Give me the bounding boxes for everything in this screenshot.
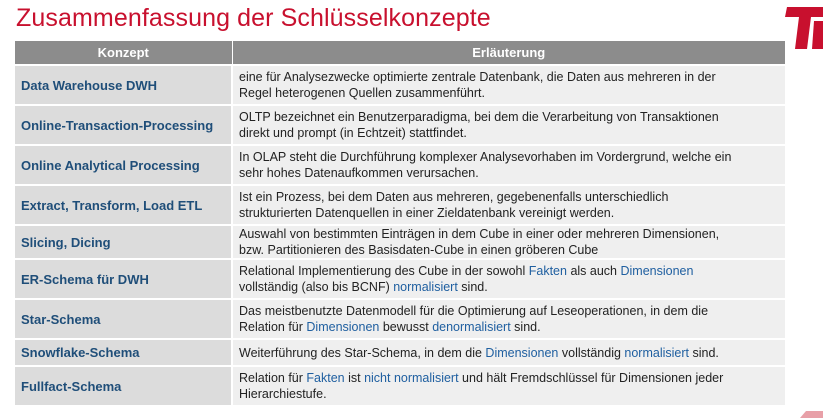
explanation-text: sind. xyxy=(457,280,488,294)
explanation-text: sehr hohes Datenaufkommen verursachen. xyxy=(239,166,479,180)
explanation-text: OLTP bezeichnet ein Benutzerparadigma, b… xyxy=(239,110,719,124)
concept-cell: ER-Schema für DWH xyxy=(15,259,233,300)
explanation-text: vollständig xyxy=(558,345,625,360)
explanation-line: In OLAP steht die Durchführung komplexer… xyxy=(239,149,781,165)
keyword-term: normalisiert xyxy=(624,345,690,360)
explanation-text: Regel heterogenen Quellen zusammenführt. xyxy=(239,86,485,100)
explanation-cell: Relation für Fakten ist nicht normalisie… xyxy=(232,366,785,407)
explanation-text: sind. xyxy=(510,320,541,334)
explanation-text: Relation für xyxy=(239,371,307,385)
explanation-text: In OLAP steht die Durchführung komplexer… xyxy=(239,150,732,164)
explanation-text: direkt und prompt (in Echtzeit) stattfin… xyxy=(239,126,467,140)
explanation-line: Relation für Fakten ist nicht normalisie… xyxy=(239,370,781,386)
explanation-cell: Relational Implementierung des Cube in d… xyxy=(232,259,785,300)
explanation-cell: eine für Analysezwecke optimierte zentra… xyxy=(232,65,785,106)
table-row: Online-Transaction-Processing OLTP bezeic… xyxy=(15,105,785,146)
explanation-line: bzw. Partitionieren des Basisdaten-Cube … xyxy=(239,242,781,258)
explanation-line: direkt und prompt (in Echtzeit) stattfin… xyxy=(239,125,781,141)
explanation-line: strukturierten Datenquellen in einer Zie… xyxy=(239,205,781,221)
explanation-line: Relational Implementierung des Cube in d… xyxy=(239,263,781,279)
concept-cell: Online-Transaction-Processing xyxy=(15,105,233,146)
concept-cell: Online Analytical Processing xyxy=(15,145,233,186)
table-header-row: Konzept Erläuterung xyxy=(15,41,785,66)
table-row: Star-Schema Das meistbenutzte Datenmodell… xyxy=(15,299,785,340)
explanation-line: OLTP bezeichnet ein Benutzerparadigma, b… xyxy=(239,109,781,125)
explanation-line: Hierarchiestufe. xyxy=(239,386,781,402)
university-logo xyxy=(785,7,823,49)
explanation-text: eine für Analysezwecke optimierte zentra… xyxy=(239,70,716,84)
concept-cell: Slicing, Dicing xyxy=(15,225,233,260)
explanation-text: ist xyxy=(344,371,365,385)
explanation-cell: Ist ein Prozess, bei dem Daten aus mehre… xyxy=(232,185,785,226)
concept-cell: Extract, Transform, Load ETL xyxy=(15,185,233,226)
column-header-explanation: Erläuterung xyxy=(232,41,785,66)
explanation-text: Das meistbenutzte Datenmodell für die Op… xyxy=(239,304,709,318)
explanation-text: Relational Implementierung des Cube in d… xyxy=(239,264,529,278)
explanation-line: Relation für Dimensionen bewusst denorma… xyxy=(239,319,781,335)
explanation-text: strukturierten Datenquellen in einer Zie… xyxy=(239,206,615,220)
concept-table: Konzept Erläuterung Data Warehouse DWH ei… xyxy=(15,41,785,407)
explanation-cell: In OLAP steht die Durchführung komplexer… xyxy=(232,145,785,186)
explanation-text: Relation für xyxy=(239,320,307,334)
explanation-text: Auswahl von bestimmten Einträgen in dem … xyxy=(239,227,720,241)
keyword-term: Dimensionen xyxy=(485,345,559,360)
keyword-term: normalisiert xyxy=(393,280,458,294)
explanation-line: Regel heterogenen Quellen zusammenführt. xyxy=(239,85,781,101)
keyword-term: Dimensionen xyxy=(306,320,380,334)
explanation-line: Auswahl von bestimmten Einträgen in dem … xyxy=(239,226,781,242)
concept-cell: Fullfact-Schema xyxy=(15,366,233,407)
explanation-text: Weiterführung des Star-Schema, in dem di… xyxy=(239,345,486,360)
explanation-line: Das meistbenutzte Datenmodell für die Op… xyxy=(239,303,781,319)
keyword-term: Fakten xyxy=(528,264,567,278)
explanation-text: als auch xyxy=(566,264,621,278)
explanation-line: vollständig (also bis BCNF) normalisiert… xyxy=(239,279,781,295)
explanation-text: sind. xyxy=(689,345,719,360)
keyword-term: Dimensionen xyxy=(620,264,694,278)
logo-fragment xyxy=(800,411,823,418)
explanation-cell: Das meistbenutzte Datenmodell für die Op… xyxy=(232,299,785,340)
table-row: Data Warehouse DWH eine für Analysezwecke… xyxy=(15,65,785,106)
concept-cell: Snowflake-Schema xyxy=(15,339,233,367)
explanation-cell: Auswahl von bestimmten Einträgen in dem … xyxy=(232,225,785,260)
table-row: Online Analytical Processing In OLAP steh… xyxy=(15,145,785,186)
explanation-line: Ist ein Prozess, bei dem Daten aus mehre… xyxy=(239,189,781,205)
table-row: Slicing, Dicing Auswahl von bestimmten Ei… xyxy=(15,225,785,260)
concept-cell: Data Warehouse DWH xyxy=(15,65,233,106)
explanation-cell: OLTP bezeichnet ein Benutzerparadigma, b… xyxy=(232,105,785,146)
table-row: Fullfact-Schema Relation für Fakten ist n… xyxy=(15,366,785,407)
table-row: Snowflake-Schema Weiterführung des Star-S… xyxy=(15,339,785,367)
explanation-line: Weiterführung des Star-Schema, in dem di… xyxy=(239,345,781,361)
explanation-line: sehr hohes Datenaufkommen verursachen. xyxy=(239,165,781,181)
keyword-term: nicht normalisiert xyxy=(364,371,459,385)
explanation-text: bewusst xyxy=(379,320,433,334)
explanation-line: eine für Analysezwecke optimierte zentra… xyxy=(239,69,781,85)
explanation-text: vollständig (also bis BCNF) xyxy=(239,280,394,294)
concept-cell: Star-Schema xyxy=(15,299,233,340)
explanation-text: und hält Fremdschlüssel für Dimensionen … xyxy=(458,371,724,385)
table-row: ER-Schema für DWH Relational Implementier… xyxy=(15,259,785,300)
column-header-concept: Konzept xyxy=(15,41,233,66)
slide-title: Zusammenfassung der Schlüsselkonzepte xyxy=(16,4,491,32)
explanation-text: bzw. Partitionieren des Basisdaten-Cube … xyxy=(239,243,599,257)
table-row: Extract, Transform, Load ETL Ist ein Proz… xyxy=(15,185,785,226)
keyword-term: denormalisiert xyxy=(432,320,511,334)
explanation-text: Hierarchiestufe. xyxy=(239,387,327,401)
keyword-term: Fakten xyxy=(306,371,345,385)
explanation-text: Ist ein Prozess, bei dem Daten aus mehre… xyxy=(239,190,669,204)
explanation-cell: Weiterführung des Star-Schema, in dem di… xyxy=(232,339,785,367)
